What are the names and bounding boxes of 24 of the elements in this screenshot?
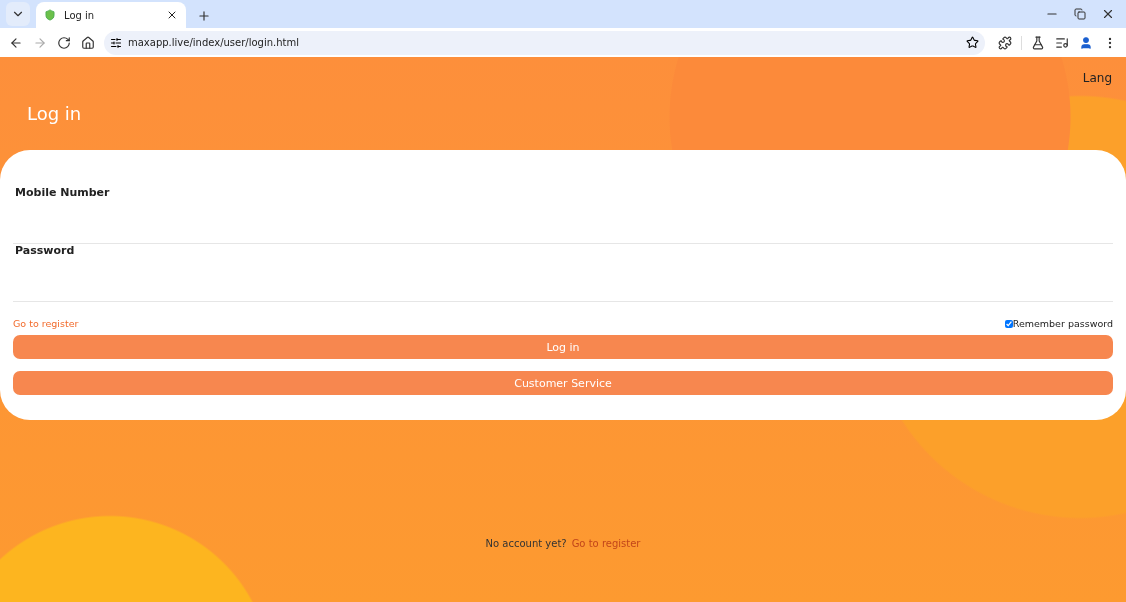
site-settings-icon[interactable]	[110, 36, 122, 49]
star-icon[interactable]	[966, 36, 979, 49]
puzzle-icon[interactable]	[998, 35, 1012, 50]
plus-icon[interactable]	[197, 9, 211, 23]
reload-icon[interactable]	[57, 35, 71, 50]
close-icon[interactable]	[1101, 7, 1115, 21]
back-icon[interactable]	[9, 35, 23, 50]
remember-label: Remember password	[1012, 318, 1113, 329]
flask-icon[interactable]	[1031, 35, 1045, 50]
tab-list-button[interactable]	[6, 2, 30, 26]
shield-icon	[44, 9, 56, 21]
profile-icon[interactable]	[1079, 35, 1093, 50]
no-account-text: No account yet?	[485, 538, 567, 549]
browser-tab[interactable]: Log in	[36, 2, 186, 28]
playlist-icon[interactable]	[1055, 35, 1069, 50]
close-icon[interactable]	[166, 9, 178, 21]
restore-icon[interactable]	[1074, 8, 1086, 20]
page-title: Log in	[27, 103, 83, 124]
home-icon[interactable]	[81, 35, 95, 50]
input-field[interactable]: Mobile Number	[13, 186, 1113, 244]
address-bar[interactable]: maxapp.live/index/user/login.html	[104, 30, 985, 55]
input-field[interactable]: Password	[13, 244, 1113, 302]
remember-checkbox[interactable]	[1004, 319, 1013, 328]
language-link[interactable]: Lang	[1082, 71, 1112, 85]
